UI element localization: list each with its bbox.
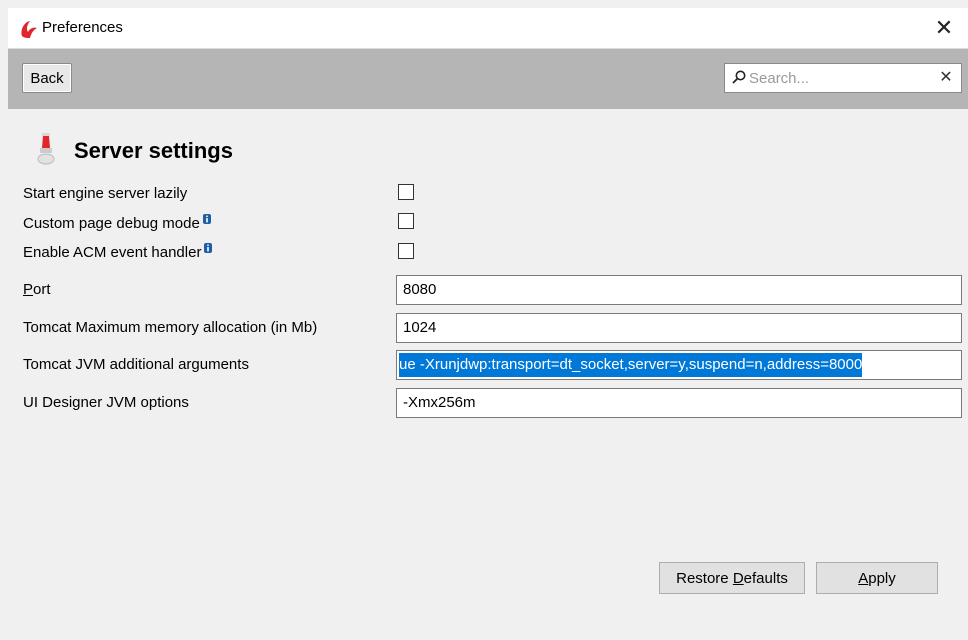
custom-page-debug-label-text: Custom page debug mode [23,215,200,232]
info-icon[interactable] [204,243,213,253]
tomcat-jvm-args-label: Tomcat JVM additional arguments [23,356,249,373]
port-field[interactable]: 8080 [396,275,962,305]
close-icon[interactable]: ✕ [930,14,958,42]
tomcat-jvm-args-field[interactable]: ue -Xrunjdwp:transport=dt_socket,server=… [396,350,962,380]
port-label-mnemonic: P [23,281,34,298]
restore-label-mnemonic: D [732,569,744,587]
tomcat-jvm-args-selected-text: ue -Xrunjdwp:transport=dt_socket,server=… [399,353,863,377]
start-lazily-checkbox[interactable] [398,184,414,200]
restore-label-post: efaults [743,569,788,587]
tomcat-memory-field[interactable]: 1024 [396,313,962,343]
custom-page-debug-checkbox[interactable] [398,213,414,229]
custom-page-debug-label: Custom page debug mode [23,214,211,232]
restore-label-pre: Restore [676,569,733,587]
search-box: ✕ [724,63,962,93]
apply-label-mnemonic: A [858,569,869,587]
port-label: Port [23,281,51,298]
apply-label-post: pply [868,569,896,587]
info-icon[interactable] [202,214,211,224]
search-input[interactable] [749,67,934,89]
acm-event-handler-label: Enable ACM event handler [23,243,213,261]
window-title: Preferences [42,19,123,36]
toolbar: Back ✕ [8,49,968,109]
restore-defaults-button[interactable]: Restore Defaults [659,562,805,594]
search-icon [732,70,746,84]
acm-event-handler-checkbox[interactable] [398,243,414,259]
page-title: Server settings [74,138,233,163]
back-button[interactable]: Back [22,63,72,93]
ui-designer-jvm-label: UI Designer JVM options [23,394,189,411]
start-lazily-label: Start engine server lazily [23,185,188,202]
clear-search-icon[interactable]: ✕ [937,67,955,89]
ui-designer-jvm-field[interactable]: -Xmx256m [396,388,962,418]
app-logo-icon [21,21,37,38]
title-bar: Preferences ✕ [8,8,968,49]
apply-button[interactable]: Apply [816,562,938,594]
preferences-window: Preferences ✕ Back ✕ Server settings Sta… [8,0,968,640]
acm-event-handler-label-text: Enable ACM event handler [23,244,202,261]
server-icon [37,133,55,165]
tomcat-memory-label: Tomcat Maximum memory allocation (in Mb) [23,319,318,336]
port-label-rest: ort [33,281,51,298]
